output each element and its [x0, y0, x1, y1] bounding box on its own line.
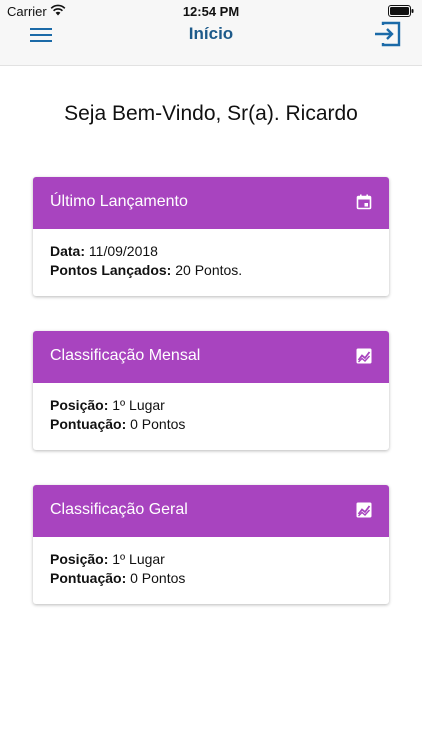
info-value: 0 Pontos: [130, 570, 186, 586]
calendar-event-icon: [356, 194, 372, 210]
info-row: Posição: 1º Lugar: [50, 396, 372, 415]
card-header: Último Lançamento: [33, 177, 389, 229]
info-value: 20 Pontos.: [175, 262, 243, 278]
card-last-entry: Último Lançamento Data: 11/09/2018 Ponto…: [33, 177, 389, 296]
status-time: 12:54 PM: [182, 4, 240, 19]
info-value: 0 Pontos: [130, 416, 186, 432]
info-row: Pontuação: 0 Pontos: [50, 415, 372, 434]
info-value: 1º Lugar: [112, 551, 165, 567]
info-label: Pontos Lançados:: [50, 262, 172, 278]
info-label: Posição:: [50, 397, 109, 413]
card-body: Posição: 1º Lugar Pontuação: 0 Pontos: [33, 537, 389, 604]
card-title: Classificação Mensal: [50, 347, 201, 364]
info-value: 1º Lugar: [112, 397, 165, 413]
info-label: Posição:: [50, 551, 109, 567]
info-label: Data:: [50, 243, 86, 259]
navigation-bar: Início: [0, 20, 422, 66]
card-body: Posição: 1º Lugar Pontuação: 0 Pontos: [33, 383, 389, 450]
trending-chart-icon: [356, 502, 372, 518]
info-value: 11/09/2018: [88, 243, 158, 259]
card-general-ranking: Classificação Geral Posição: 1º Lugar Po…: [33, 485, 389, 604]
welcome-message: Seja Bem-Vindo, Sr(a). Ricardo: [64, 102, 358, 125]
card-monthly-ranking: Classificação Mensal Posição: 1º Lugar P…: [33, 331, 389, 450]
info-row: Pontuação: 0 Pontos: [50, 569, 372, 588]
info-row: Posição: 1º Lugar: [50, 550, 372, 569]
page-title: Início: [188, 24, 234, 43]
info-label: Pontuação:: [50, 570, 127, 586]
info-label: Pontuação:: [50, 416, 127, 432]
logout-icon[interactable]: [372, 20, 402, 48]
info-row: Data: 11/09/2018: [50, 242, 372, 261]
card-header: Classificação Mensal: [33, 331, 389, 383]
battery-icon: [388, 5, 414, 17]
card-header: Classificação Geral: [33, 485, 389, 537]
card-title: Último Lançamento: [50, 193, 188, 210]
info-row: Pontos Lançados: 20 Pontos.: [50, 261, 372, 280]
status-bar: Carrier 12:54 PM: [0, 0, 422, 22]
card-body: Data: 11/09/2018 Pontos Lançados: 20 Pon…: [33, 229, 389, 296]
card-title: Classificação Geral: [50, 501, 188, 518]
trending-chart-icon: [356, 348, 372, 364]
